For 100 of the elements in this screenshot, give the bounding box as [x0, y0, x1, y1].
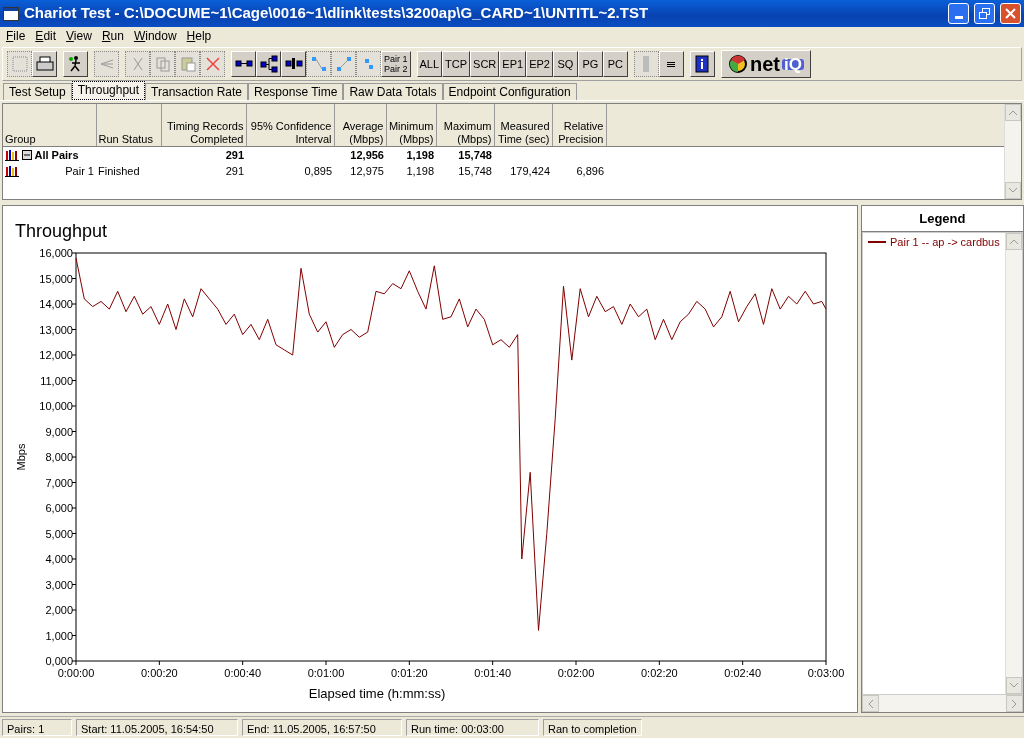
restore-button[interactable]	[974, 3, 995, 24]
save-icon	[10, 55, 29, 73]
x-tick-label: 0:03:00	[807, 667, 845, 679]
link-button[interactable]	[331, 51, 356, 77]
column-header[interactable]: Timing Records Completed	[161, 104, 246, 146]
pair-toggle-button[interactable]: Pair 1 Pair 2	[381, 51, 411, 77]
status-panel: Ran to completion	[543, 719, 642, 736]
window-title: Chariot Test - C:\DOCUME~1\Cage\0016~1\dlink\tests\3200ap\G_CARD~1\UNTITL~2.TST	[24, 3, 650, 24]
menu-item[interactable]: Help	[182, 27, 218, 45]
scroll-down-icon[interactable]	[1009, 683, 1018, 688]
x-tick-label: 0:02:40	[724, 667, 761, 679]
chart-title: Throughput	[15, 221, 108, 241]
scroll-left-icon[interactable]	[868, 699, 873, 708]
table-cell-text: All Pairs	[34, 147, 79, 163]
collapse-icon[interactable]	[21, 149, 32, 160]
tab[interactable]: Response Time	[248, 83, 344, 100]
info-button[interactable]	[689, 51, 715, 77]
column-header[interactable]: Maximum (Mbps)	[436, 104, 494, 146]
menu-item[interactable]: Window	[129, 27, 183, 45]
menu-item[interactable]: File	[2, 27, 32, 45]
delete-icon	[203, 55, 222, 73]
filter-button[interactable]: PC	[602, 51, 628, 77]
filter-button[interactable]: TCP	[442, 51, 471, 77]
table-cell: Finished	[98, 165, 140, 177]
legend-label: Pair 1 -- ap -> cardbus	[890, 234, 1000, 250]
tab[interactable]: Test Setup	[3, 83, 72, 100]
column-header[interactable]: Measured Time (sec)	[494, 104, 552, 146]
scroll-down-icon[interactable]	[1009, 188, 1017, 193]
run-button[interactable]	[63, 51, 88, 77]
y-tick-label: 9,000	[45, 425, 73, 438]
filter-button[interactable]: SCR	[470, 51, 500, 77]
app-icon	[3, 6, 19, 21]
tab[interactable]: Raw Data Totals	[343, 83, 443, 100]
hub-button[interactable]	[281, 51, 306, 77]
logo-button[interactable]: net iQ	[720, 50, 811, 78]
y-tick-label: 16,000	[39, 247, 73, 259]
x-axis-label: Elapsed time (h:mm:ss)	[308, 686, 446, 701]
close-icon	[1005, 8, 1016, 19]
menu-item[interactable]: Edit	[31, 27, 63, 45]
status-panel: Run time: 00:03:00	[406, 719, 539, 736]
menu-item[interactable]: View	[62, 27, 98, 45]
table-cell-text: Pair 1	[65, 164, 94, 179]
status-panel: End: 11.05.2005, 16:57:50	[242, 719, 402, 736]
delete-button[interactable]	[200, 51, 225, 77]
filter-button[interactable]: ALL	[416, 51, 443, 77]
tab[interactable]: Transaction Rate	[145, 83, 249, 100]
status-panel: Pairs: 1	[2, 719, 72, 736]
scrollbar[interactable]	[1004, 232, 1022, 694]
x-tick-label: 0:02:00	[557, 667, 595, 679]
y-tick-label: 10,000	[39, 400, 73, 412]
y-tick-label: 0,000	[45, 655, 73, 667]
restore-icon	[979, 8, 990, 19]
scrollbar[interactable]	[862, 695, 1023, 712]
y-tick-label: 6,000	[45, 502, 73, 514]
menu-item[interactable]: Run	[97, 27, 130, 45]
column-header[interactable]: Group	[3, 104, 96, 146]
column-header[interactable]: 95% Confidence Interval	[246, 104, 334, 146]
column-header[interactable]: Minimum (Mbps)	[386, 104, 436, 146]
x-tick-label: 0:02:20	[641, 667, 678, 679]
y-tick-label: 13,000	[39, 323, 73, 336]
scrollbar[interactable]	[1004, 104, 1021, 199]
filter-button[interactable]: EP1	[499, 51, 527, 77]
print-icon	[35, 55, 54, 73]
y-tick-label: 1,000	[45, 629, 73, 642]
paste-button[interactable]	[175, 51, 200, 77]
copy-icon	[153, 55, 172, 73]
filter-button[interactable]: SQ	[552, 51, 578, 77]
scroll-right-icon[interactable]	[1011, 699, 1017, 708]
table-cell: 15,748	[458, 165, 492, 177]
scroll-up-icon[interactable]	[1009, 110, 1017, 115]
multicast-button[interactable]	[256, 51, 281, 77]
y-tick-label: 14,000	[39, 298, 73, 310]
list-button[interactable]	[658, 51, 684, 77]
y-tick-label: 8,000	[45, 451, 73, 463]
table-cell: 1,198	[406, 165, 434, 177]
column-header[interactable]: Average (Mbps)	[334, 104, 386, 146]
y-axis-label: Mbps	[15, 443, 27, 471]
close-button[interactable]	[1000, 3, 1021, 24]
print-button[interactable]	[32, 51, 57, 77]
scroll-up-icon[interactable]	[1009, 238, 1018, 244]
cut-button[interactable]	[125, 51, 150, 77]
multicast-icon	[259, 55, 278, 73]
column-header[interactable]: Run Status	[96, 104, 161, 146]
x-tick-label: 0:01:20	[391, 667, 428, 679]
filter-button[interactable]: PG	[577, 51, 603, 77]
y-tick-label: 3,000	[45, 578, 73, 591]
chart-icon	[5, 148, 19, 161]
tab[interactable]: Endpoint Configuration	[442, 83, 577, 100]
minimize-icon	[954, 16, 963, 19]
legend-title: Legend	[862, 206, 1023, 232]
pair-button[interactable]	[231, 51, 256, 77]
x-tick-label: 0:01:40	[474, 667, 511, 679]
copy-button[interactable]	[150, 51, 175, 77]
column-header[interactable]: Relative Precision	[552, 104, 606, 146]
list-icon	[667, 61, 676, 67]
info-icon	[693, 55, 712, 73]
tab[interactable]: Throughput	[71, 81, 146, 100]
minimize-button[interactable]	[948, 3, 969, 24]
y-tick-label: 12,000	[39, 349, 73, 361]
filter-button[interactable]: EP2	[526, 51, 553, 77]
